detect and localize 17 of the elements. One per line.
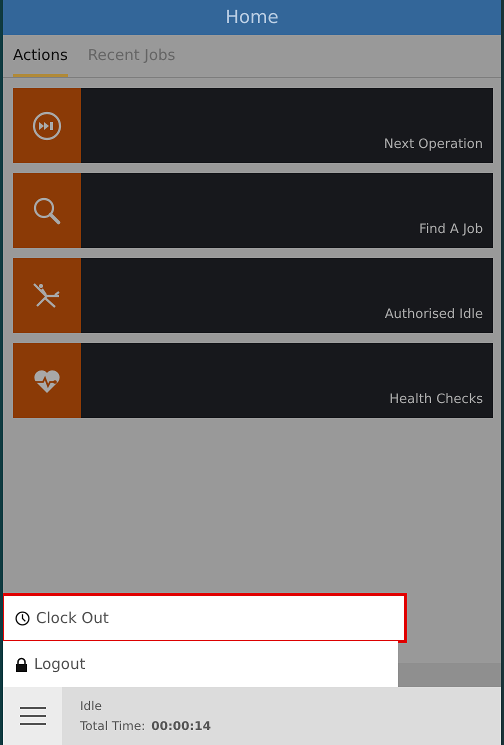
action-tile[interactable]: Find A Job <box>13 173 493 248</box>
menu-item[interactable]: Clock Out <box>3 595 405 641</box>
menu-button[interactable] <box>3 687 62 745</box>
search-icon <box>32 196 62 226</box>
total-time-value: 00:00:14 <box>151 719 211 733</box>
action-tile[interactable]: Authorised Idle <box>13 258 493 333</box>
total-time-label: Total Time: <box>80 719 146 733</box>
action-tile[interactable]: Next Operation <box>13 88 493 163</box>
window-title: Home <box>225 7 279 28</box>
status-text: Idle <box>80 699 103 713</box>
menu-icon <box>20 707 46 725</box>
clock-icon <box>15 610 30 626</box>
tab[interactable]: Actions <box>13 35 68 77</box>
lock-icon <box>15 656 28 672</box>
deck-chair-icon <box>32 280 62 310</box>
fast-forward-icon <box>32 110 62 140</box>
action-tile[interactable]: Health Checks <box>13 343 493 418</box>
